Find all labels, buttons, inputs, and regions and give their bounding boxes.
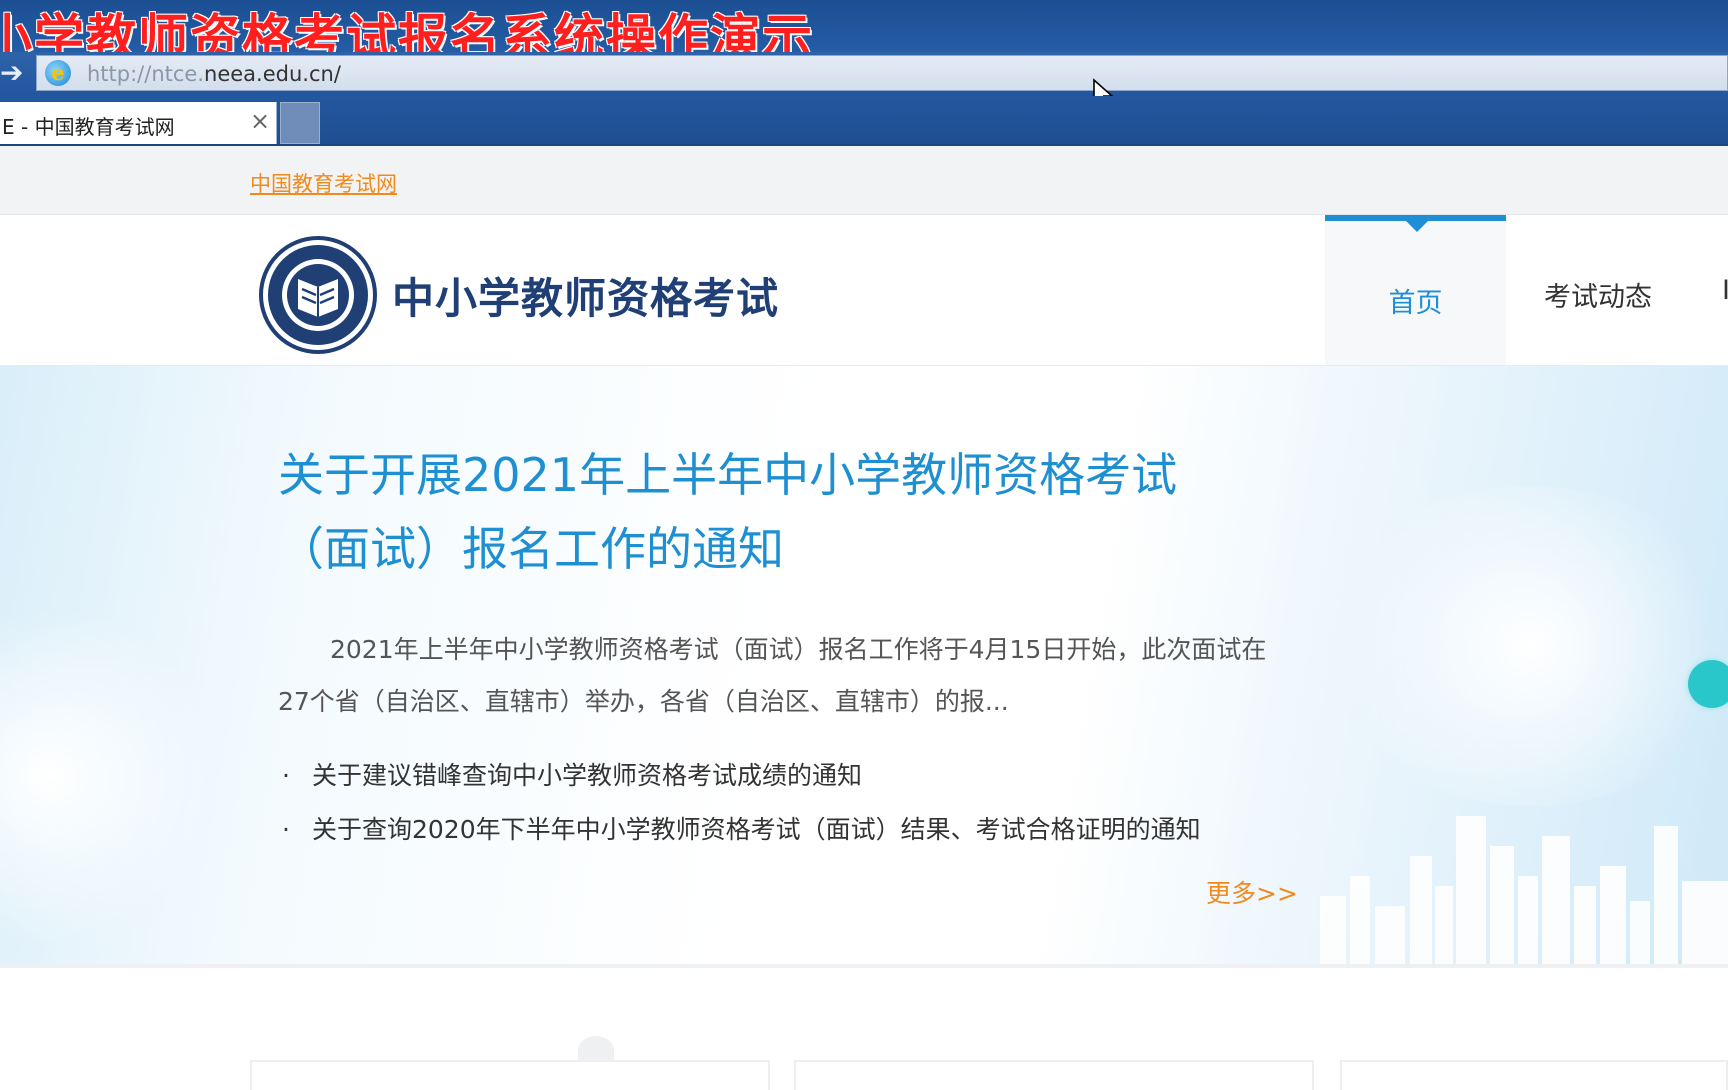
news-item-text: 关于建议错峰查询中小学教师资格考试成绩的通知 xyxy=(312,761,863,790)
browser-tab-strip: E - 中国教育考试网 × xyxy=(0,96,1728,146)
address-bar[interactable]: e http://ntce.neea.edu.cn/ xyxy=(36,55,1728,91)
news-list: · 关于建议错峰查询中小学教师资格考试成绩的通知 · 关于查询2020年下半年中小学… xyxy=(282,756,1201,864)
site-title: 中小学教师资格考试 xyxy=(392,274,780,323)
list-item[interactable]: · 关于建议错峰查询中小学教师资格考试成绩的通知 xyxy=(282,756,1201,810)
notice-summary: 2021年上半年中小学教师资格考试（面试）报名工作将于4月15日开始，此次面试在… xyxy=(278,635,1267,716)
browser-tab-active[interactable]: E - 中国教育考试网 × xyxy=(0,102,277,144)
url-protocol: http://ntce. xyxy=(87,62,205,86)
video-caption: 小学教师资格考试报名系统操作演示 xyxy=(0,9,814,52)
nav-home-label: 首页 xyxy=(1388,288,1443,319)
info-card[interactable] xyxy=(794,1060,1314,1090)
bottom-cards-area xyxy=(0,968,1728,1090)
neea-home-link[interactable]: 中国教育考试网 xyxy=(250,168,397,198)
browser-address-row: ➔ e http://ntce.neea.edu.cn/ xyxy=(0,52,1728,96)
new-tab-button[interactable] xyxy=(280,102,320,144)
tab-title: E - 中国教育考试网 xyxy=(2,115,175,139)
info-card[interactable] xyxy=(1340,1060,1728,1090)
cloud-decoration xyxy=(1320,486,1728,806)
hero-notice-area: 关于开展2021年上半年中小学教师资格考试（面试）报名工作的通知 2021年上半… xyxy=(0,366,1728,968)
url-text[interactable]: http://ntce.neea.edu.cn/ xyxy=(87,62,341,86)
city-skyline-decoration xyxy=(1320,816,1728,964)
floating-service-badge[interactable] xyxy=(1688,660,1728,708)
site-logo[interactable] xyxy=(258,235,378,355)
bullet: · xyxy=(282,761,290,790)
site-header: 中小学教师资格考试 首页 考试动态 I xyxy=(0,215,1728,366)
ie-icon: e xyxy=(45,60,71,86)
back-arrow-icon[interactable]: ➔ xyxy=(0,56,23,90)
nav-item-truncated[interactable]: I xyxy=(1722,275,1728,306)
more-news-link[interactable]: 更多>> xyxy=(1206,874,1298,910)
video-caption-bar: 小学教师资格考试报名系统操作演示 xyxy=(0,0,1728,52)
bullet: · xyxy=(282,815,290,844)
nav-exam-news[interactable]: 考试动态 xyxy=(1544,275,1652,314)
list-item[interactable]: · 关于查询2020年下半年中小学教师资格考试（面试）结果、考试合格证明的通知 xyxy=(282,810,1201,864)
info-card[interactable] xyxy=(250,1060,770,1090)
news-item-text: 关于查询2020年下半年中小学教师资格考试（面试）结果、考试合格证明的通知 xyxy=(312,815,1201,844)
close-icon[interactable]: × xyxy=(250,107,270,135)
site-topbar: 中国教育考试网 xyxy=(0,146,1728,215)
nav-active-indicator xyxy=(1405,220,1429,232)
url-host: neea.edu.cn/ xyxy=(204,62,341,86)
headline-notice-link[interactable]: 关于开展2021年上半年中小学教师资格考试（面试）报名工作的通知 xyxy=(278,438,1258,586)
nav-home-tab[interactable]: 首页 xyxy=(1325,215,1506,365)
cloud-decoration xyxy=(0,606,220,946)
